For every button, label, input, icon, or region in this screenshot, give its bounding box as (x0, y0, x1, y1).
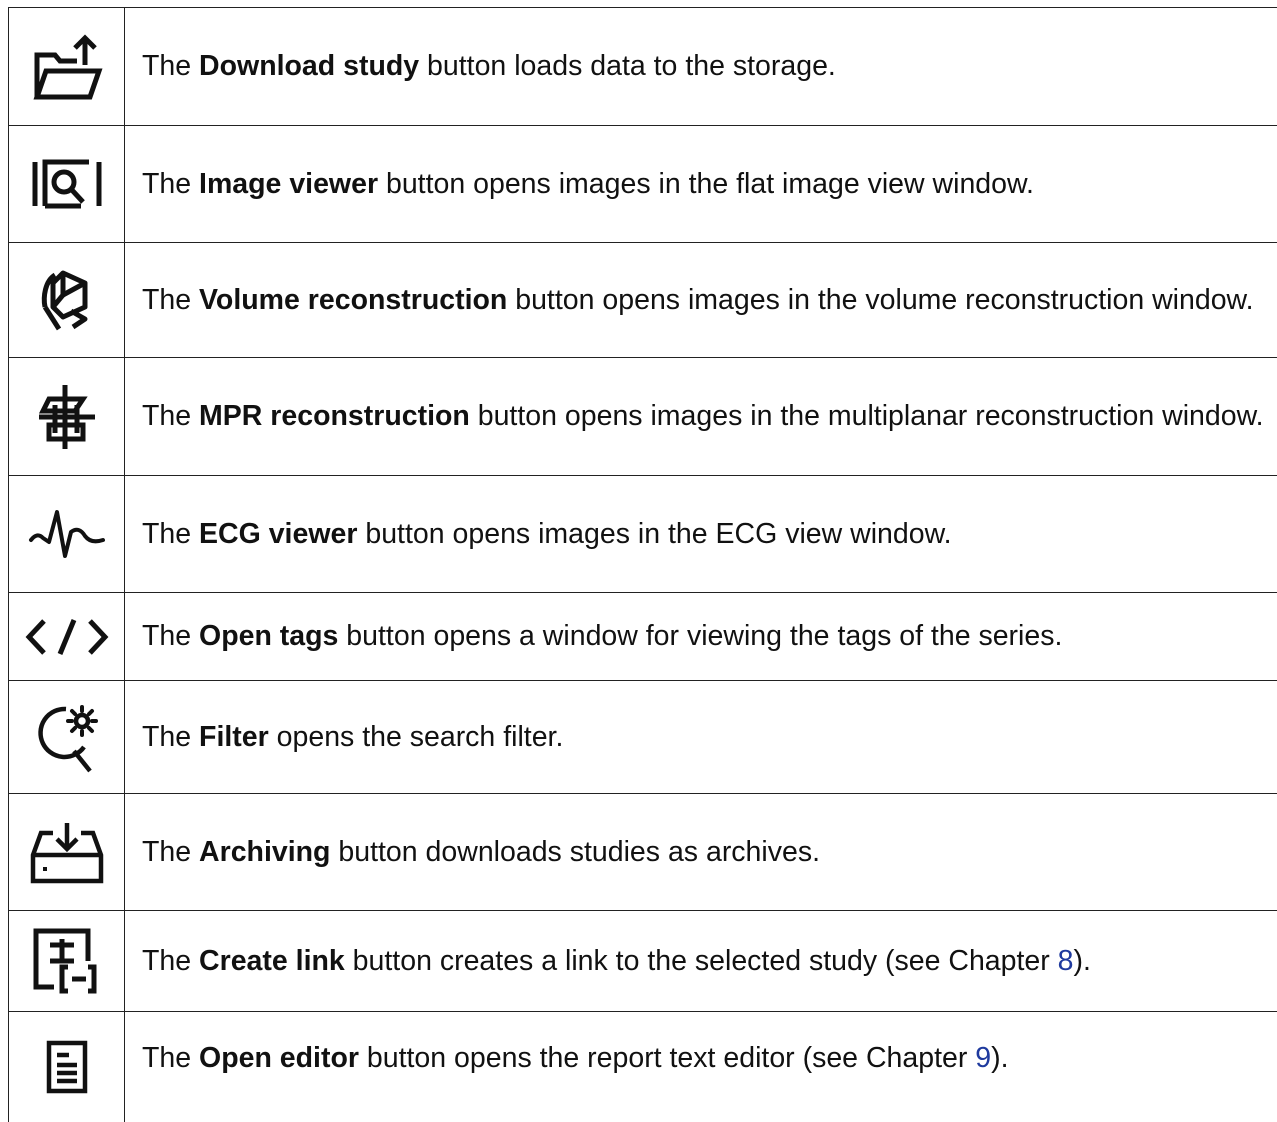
description-cell: The ECG viewer button opens images in th… (125, 476, 1277, 592)
description-text: The Download study button loads data to … (142, 48, 836, 85)
text-suffix: button opens a window for viewing the ta… (338, 620, 1063, 652)
description-cell: The MPR reconstruction button opens imag… (125, 358, 1277, 475)
description-cell: The Filter opens the search filter. (125, 681, 1277, 793)
text-prefix: The (142, 167, 200, 200)
text-suffix: button downloads studies as archives. (330, 835, 821, 868)
description-text: The Open editor button opens the report … (142, 1040, 1009, 1077)
icon-cell (8, 358, 125, 475)
volume-reconstruction-icon (39, 267, 95, 333)
icon-cell (8, 243, 125, 357)
description-text: The Filter opens the search filter. (142, 719, 563, 756)
table-row: The MPR reconstruction button opens imag… (8, 357, 1277, 475)
chapter-link[interactable]: 8 (1058, 945, 1074, 977)
description-text: The Create link button creates a link to… (142, 943, 1091, 980)
description-cell: The Download study button loads data to … (125, 8, 1277, 125)
description-text: The Volume reconstruction button opens i… (142, 282, 1254, 319)
text-prefix: The (142, 835, 200, 868)
icon-cell (8, 126, 125, 242)
open-tags-icon (24, 616, 110, 658)
ecg-viewer-icon (27, 506, 107, 562)
text-prefix: The (142, 720, 200, 753)
button-name: Open tags (199, 620, 339, 652)
description-cell: The Image viewer button opens images in … (125, 126, 1277, 242)
chapter-link[interactable]: 9 (975, 1042, 991, 1074)
description-cell: The Archiving button downloads studies a… (125, 794, 1277, 910)
mpr-reconstruction-icon (35, 381, 99, 453)
text-prefix: The (142, 400, 200, 432)
text-suffix: button opens the report text editor (see… (358, 1042, 976, 1074)
button-name: Create link (199, 944, 345, 977)
description-cell: The Volume reconstruction button opens i… (125, 243, 1277, 357)
description-cell: The Open editor button opens the report … (125, 1012, 1277, 1122)
button-name: Open editor (199, 1042, 359, 1074)
text-prefix: The (142, 944, 200, 977)
text-suffix: button opens images in the flat image vi… (378, 167, 1034, 200)
table-row: The Image viewer button opens images in … (8, 125, 1277, 242)
button-name: Filter (199, 720, 269, 753)
text-prefix: The (142, 517, 200, 550)
table-row: The Filter opens the search filter. (8, 680, 1277, 793)
table-row: The Archiving button downloads studies a… (8, 793, 1277, 910)
description-text: The MPR reconstruction button opens imag… (142, 398, 1264, 435)
icon-reference-table: The Download study button loads data to … (8, 7, 1277, 1122)
text-end: ). (1073, 944, 1091, 977)
description-cell: The Create link button creates a link to… (125, 911, 1277, 1011)
text-suffix: button loads data to the storage. (419, 50, 836, 82)
download-study-icon (29, 33, 105, 101)
text-suffix: button opens images in the multiplanar r… (469, 400, 1264, 432)
text-prefix: The (142, 283, 200, 316)
description-text: The Open tags button opens a window for … (142, 618, 1062, 655)
create-link-icon (30, 925, 104, 997)
text-suffix: button creates a link to the selected st… (344, 944, 1058, 977)
table-row: The Open tags button opens a window for … (8, 592, 1277, 680)
button-name: Image viewer (199, 167, 379, 200)
filter-icon (32, 699, 102, 775)
table-row: The Volume reconstruction button opens i… (8, 242, 1277, 357)
archiving-icon (29, 819, 105, 885)
icon-cell (8, 8, 125, 125)
text-suffix: button opens images in the ECG view wind… (357, 517, 952, 550)
text-prefix: The (142, 50, 200, 82)
icon-cell (8, 681, 125, 793)
text-prefix: The (142, 620, 200, 652)
button-name: MPR reconstruction (199, 400, 470, 432)
table-row: The Download study button loads data to … (8, 7, 1277, 125)
button-name: Archiving (199, 835, 331, 868)
description-text: The Archiving button downloads studies a… (142, 834, 820, 871)
description-text: The ECG viewer button opens images in th… (142, 516, 952, 553)
icon-cell (8, 593, 125, 680)
table-row: The ECG viewer button opens images in th… (8, 475, 1277, 592)
description-text: The Image viewer button opens images in … (142, 166, 1034, 203)
button-name: ECG viewer (199, 517, 358, 550)
table-row: The Create link button creates a link to… (8, 910, 1277, 1011)
image-viewer-icon (31, 158, 103, 210)
icon-cell (8, 794, 125, 910)
text-suffix: opens the search filter. (268, 720, 564, 753)
icon-cell (8, 1012, 125, 1122)
description-cell: The Open tags button opens a window for … (125, 593, 1277, 680)
text-suffix: button opens images in the volume recons… (507, 283, 1254, 316)
button-name: Download study (199, 50, 420, 82)
table-row: The Open editor button opens the report … (8, 1011, 1277, 1122)
icon-cell (8, 911, 125, 1011)
text-end: ). (991, 1042, 1009, 1074)
icon-cell (8, 476, 125, 592)
button-name: Volume reconstruction (199, 283, 508, 316)
open-editor-icon (45, 1039, 89, 1095)
text-prefix: The (142, 1042, 200, 1074)
